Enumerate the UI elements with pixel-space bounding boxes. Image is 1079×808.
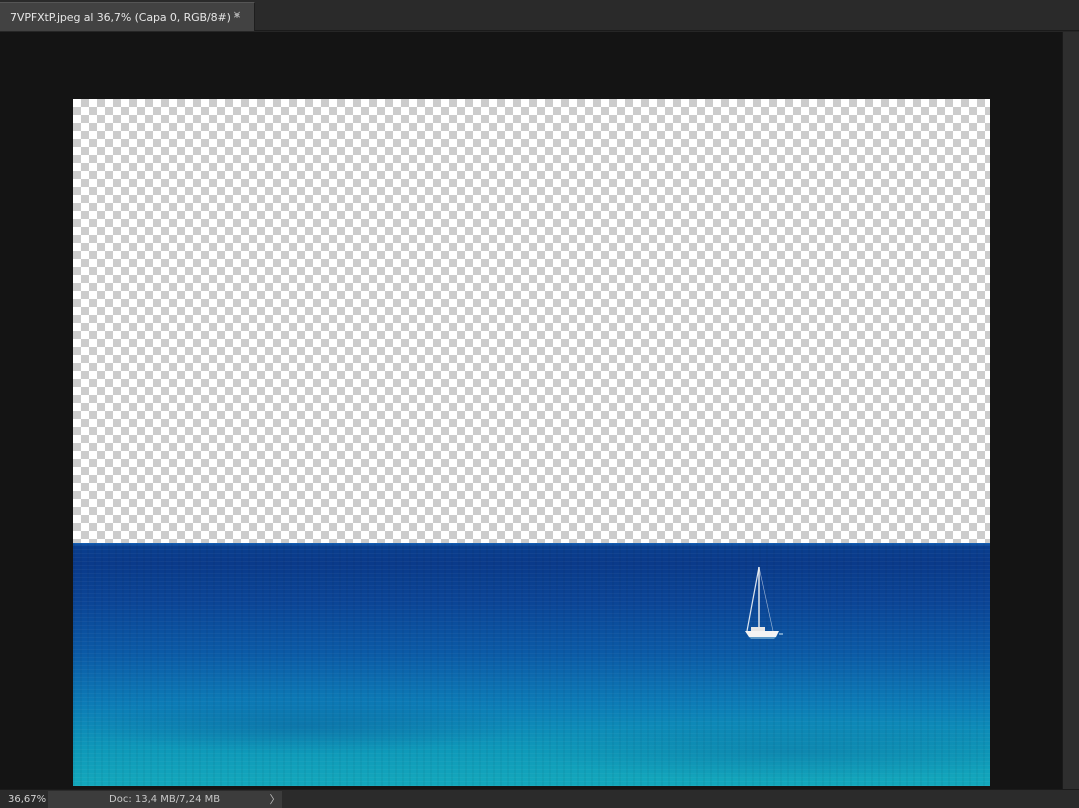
- close-icon[interactable]: ×: [231, 9, 243, 21]
- document-tab-title: 7VPFXtP.jpeg al 36,7% (Capa 0, RGB/8#) *: [10, 10, 240, 24]
- status-bar: 36,67% Doc: 13,4 MB/7,24 MB 〉: [0, 789, 1079, 808]
- document-size-info: Doc: 13,4 MB/7,24 MB: [48, 791, 282, 808]
- sea-image: [73, 543, 990, 786]
- document-canvas[interactable]: [73, 99, 990, 786]
- chevron-right-icon[interactable]: 〉: [268, 791, 282, 808]
- document-tab[interactable]: 7VPFXtP.jpeg al 36,7% (Capa 0, RGB/8#) *…: [0, 2, 255, 31]
- horizontal-scrollbar[interactable]: [282, 791, 1062, 808]
- vertical-scrollbar[interactable]: [1062, 32, 1079, 789]
- zoom-level-field[interactable]: 36,67%: [0, 791, 48, 808]
- photoshop-window: 7VPFXtP.jpeg al 36,7% (Capa 0, RGB/8#) *…: [0, 0, 1079, 808]
- canvas-workspace[interactable]: [0, 32, 1062, 789]
- sailboat-image: [745, 566, 783, 639]
- document-tab-bar: 7VPFXtP.jpeg al 36,7% (Capa 0, RGB/8#) *…: [0, 0, 1079, 31]
- transparent-area: [73, 99, 990, 543]
